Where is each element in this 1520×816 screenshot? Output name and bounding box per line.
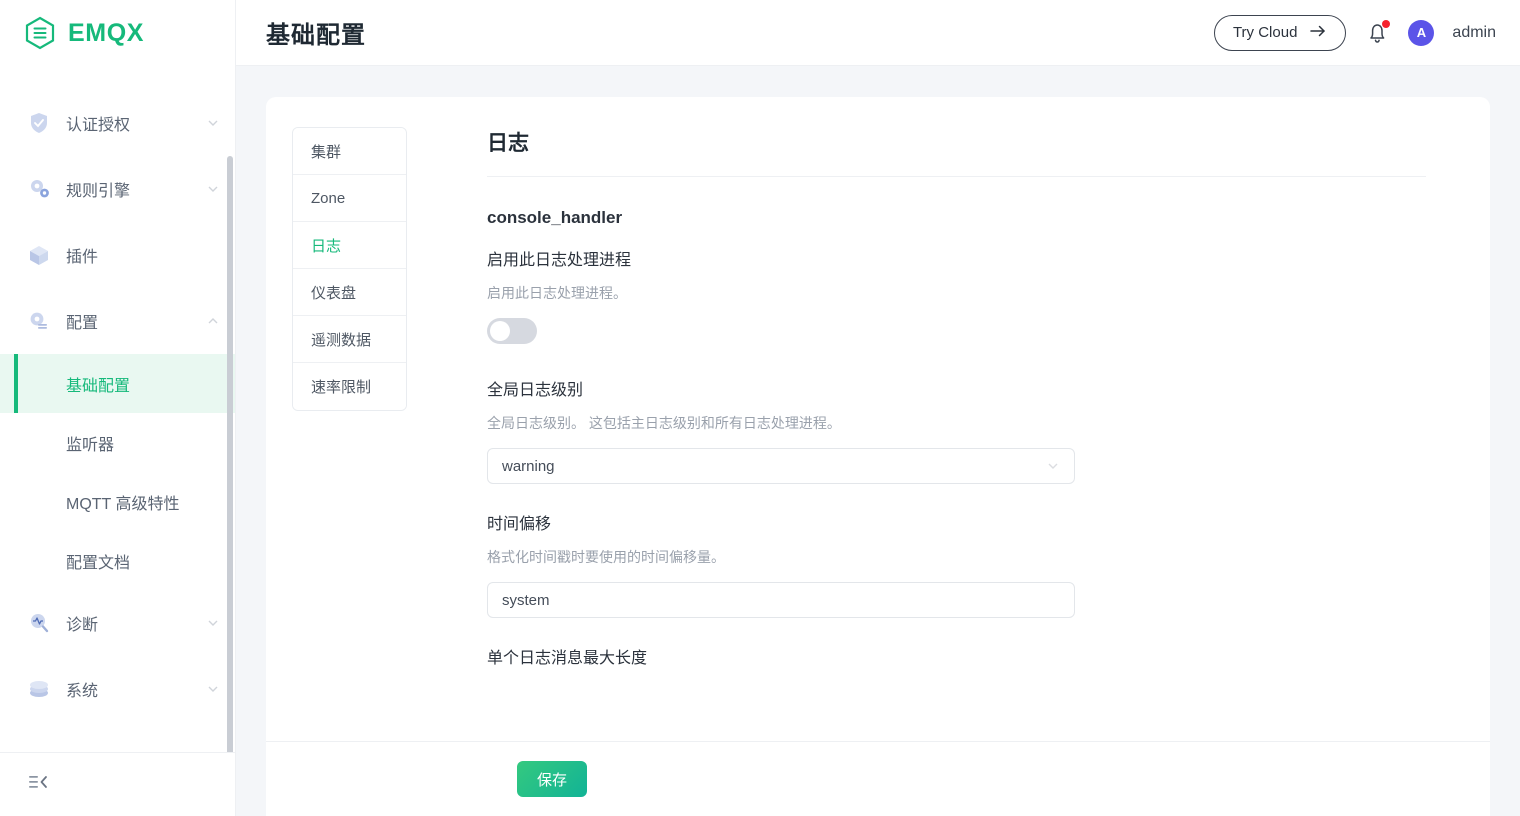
gears-icon bbox=[26, 176, 52, 202]
menu-fold-icon[interactable] bbox=[26, 770, 50, 799]
tab-label: 集群 bbox=[311, 143, 342, 161]
sidebar-item-system[interactable]: 系统 bbox=[0, 656, 235, 722]
group-title: console_handler bbox=[487, 208, 623, 227]
tab-label: 日志 bbox=[311, 237, 342, 255]
top-header: 基础配置 Try Cloud A admin bbox=[236, 0, 1520, 66]
global-log-level-select[interactable]: warning bbox=[487, 448, 1075, 484]
notifications-button[interactable] bbox=[1364, 19, 1391, 47]
sidebar-subitem-basic-config[interactable]: 基础配置 bbox=[0, 354, 235, 413]
tab-cluster[interactable]: 集群 bbox=[293, 128, 406, 175]
tab-log[interactable]: 日志 bbox=[293, 222, 406, 269]
sidebar-item-label: 插件 bbox=[66, 249, 99, 266]
sidebar-subitem-label: 监听器 bbox=[66, 436, 115, 454]
layers-icon bbox=[26, 676, 52, 702]
diagnose-icon bbox=[26, 610, 52, 636]
sidebar-item-diagnose[interactable]: 诊断 bbox=[0, 590, 235, 656]
sidebar-item-management[interactable]: 管理 bbox=[0, 66, 235, 90]
field-enable-handler: 启用此日志处理进程 启用此日志处理进程。 bbox=[487, 246, 1450, 344]
sidebar-item-label: 认证授权 bbox=[66, 117, 131, 134]
log-settings-pane: 日志 console_handler 启用此日志处理进程 启用此日志处理进程。 … bbox=[407, 127, 1490, 816]
save-button[interactable]: 保存 bbox=[517, 761, 588, 797]
form-footer-bar: 保存 bbox=[266, 741, 1490, 816]
sidebar-subitem-label: 基础配置 bbox=[66, 377, 131, 395]
chevron-down-icon bbox=[206, 682, 220, 696]
input-value: system bbox=[502, 591, 550, 609]
header-actions: Try Cloud A admin bbox=[1213, 14, 1496, 51]
tab-label: Zone bbox=[311, 189, 346, 207]
sidebar-item-label: 配置 bbox=[66, 315, 99, 332]
sidebar-subitem-config-docs[interactable]: 配置文档 bbox=[0, 531, 235, 590]
field-label: 时间偏移 bbox=[487, 516, 552, 533]
user-name[interactable]: admin bbox=[1452, 24, 1496, 42]
shield-check-icon bbox=[26, 110, 52, 136]
field-max-log-message-length: 单个日志消息最大长度 bbox=[487, 644, 1450, 668]
tab-telemetry[interactable]: 遥测数据 bbox=[293, 316, 406, 363]
sidebar-item-rule-engine[interactable]: 规则引擎 bbox=[0, 156, 235, 222]
bell-icon bbox=[1364, 23, 1390, 51]
time-offset-input[interactable]: system bbox=[487, 582, 1075, 618]
sidebar-subitem-label: 配置文档 bbox=[66, 554, 131, 572]
field-label: 启用此日志处理进程 bbox=[487, 252, 632, 269]
select-value: warning bbox=[502, 457, 555, 475]
sidebar-subitem-label: MQTT 高级特性 bbox=[66, 495, 180, 513]
try-cloud-button[interactable]: Try Cloud bbox=[1213, 14, 1347, 51]
chevron-up-icon bbox=[206, 314, 220, 328]
sidebar-scroll-area: 管理 认证授权 bbox=[0, 66, 235, 752]
pane-title: 日志 bbox=[487, 132, 529, 155]
tab-zone[interactable]: Zone bbox=[293, 175, 406, 222]
field-label: 单个日志消息最大长度 bbox=[487, 650, 648, 667]
app-root: EMQX 管理 bbox=[0, 0, 1520, 816]
enable-handler-toggle[interactable] bbox=[487, 318, 537, 344]
books-icon bbox=[26, 66, 52, 70]
gear-lines-icon bbox=[26, 308, 52, 334]
sidebar: EMQX 管理 bbox=[0, 0, 236, 816]
tab-dashboard[interactable]: 仪表盘 bbox=[293, 269, 406, 316]
sidebar-item-label: 诊断 bbox=[66, 617, 99, 634]
content-region: 集群 Zone 日志 仪表盘 遥测数据 速率限制 日志 console_hand… bbox=[236, 66, 1520, 816]
field-description: 格式化时间戳时要使用的时间偏移量。 bbox=[487, 549, 725, 565]
sidebar-item-auth[interactable]: 认证授权 bbox=[0, 90, 235, 156]
notification-badge-dot bbox=[1382, 19, 1391, 28]
sidebar-scrollbar[interactable] bbox=[227, 156, 233, 752]
field-description: 全局日志级别。 这包括主日志级别和所有日志处理进程。 bbox=[487, 415, 841, 431]
tab-label: 仪表盘 bbox=[311, 284, 357, 302]
config-tab-list: 集群 Zone 日志 仪表盘 遥测数据 速率限制 bbox=[292, 127, 407, 411]
chevron-down-icon bbox=[206, 116, 220, 130]
field-global-log-level: 全局日志级别 全局日志级别。 这包括主日志级别和所有日志处理进程。 warnin… bbox=[487, 376, 1450, 484]
field-time-offset: 时间偏移 格式化时间戳时要使用的时间偏移量。 system bbox=[487, 510, 1450, 618]
chevron-down-icon bbox=[1046, 459, 1060, 473]
sidebar-item-label: 系统 bbox=[66, 683, 99, 700]
field-label: 全局日志级别 bbox=[487, 382, 584, 399]
pane-divider bbox=[487, 176, 1426, 177]
sidebar-subitem-mqtt-advanced[interactable]: MQTT 高级特性 bbox=[0, 472, 235, 531]
tab-rate-limit[interactable]: 速率限制 bbox=[293, 363, 406, 410]
sidebar-item-config[interactable]: 配置 bbox=[0, 288, 235, 354]
sidebar-item-plugins[interactable]: 插件 bbox=[0, 222, 235, 288]
chevron-down-icon bbox=[206, 182, 220, 196]
brand-name: EMQX bbox=[68, 18, 145, 47]
try-cloud-label: Try Cloud bbox=[1232, 24, 1298, 41]
main-area: 基础配置 Try Cloud A admin 集群 Zone 日志 仪表盘 遥测… bbox=[236, 0, 1520, 816]
brand[interactable]: EMQX bbox=[0, 0, 235, 66]
sidebar-footer bbox=[0, 752, 235, 816]
sidebar-item-label: 规则引擎 bbox=[66, 183, 131, 200]
chevron-down-icon bbox=[206, 616, 220, 630]
tab-label: 遥测数据 bbox=[311, 331, 372, 349]
avatar[interactable]: A bbox=[1408, 19, 1435, 46]
field-description: 启用此日志处理进程。 bbox=[487, 285, 627, 301]
emqx-hexagon-logo-icon bbox=[22, 15, 58, 51]
config-card: 集群 Zone 日志 仪表盘 遥测数据 速率限制 日志 console_hand… bbox=[266, 97, 1490, 816]
sidebar-subitem-listeners[interactable]: 监听器 bbox=[0, 413, 235, 472]
tab-label: 速率限制 bbox=[311, 379, 372, 396]
sidebar-item-label: 管理 bbox=[66, 66, 206, 69]
cube-icon bbox=[26, 242, 52, 268]
arrow-right-icon bbox=[1309, 24, 1327, 42]
page-title: 基础配置 bbox=[266, 22, 366, 49]
toggle-knob bbox=[490, 321, 510, 341]
